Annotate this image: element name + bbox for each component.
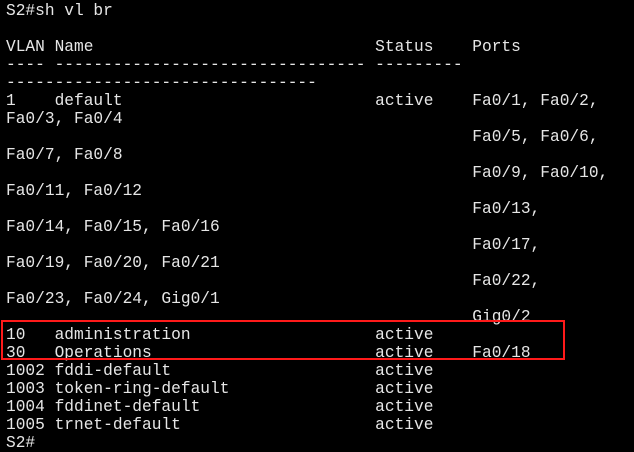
vlan-row-ports: Fa0/5, Fa0/6,: [6, 128, 599, 146]
vlan-row-ports: Fa0/9, Fa0/10,: [6, 164, 609, 182]
vlan-row-ports: Fa0/22,: [6, 272, 541, 290]
vlan-row-wrap: Fa0/19, Fa0/20, Fa0/21: [6, 254, 220, 272]
command-line: S2#sh vl br: [6, 2, 113, 20]
terminal-window[interactable]: S2#sh vl br VLAN Name Status Ports ---- …: [0, 0, 634, 452]
header-separator-wrap: --------------------------------: [6, 74, 317, 92]
vlan-row-1005: 1005 trnet-default active: [6, 416, 434, 434]
vlan-row-1004: 1004 fddinet-default active: [6, 398, 434, 416]
vlan-row-wrap: Fa0/7, Fa0/8: [6, 146, 123, 164]
vlan-row-ports: Fa0/17,: [6, 236, 541, 254]
vlan-row-1002: 1002 fddi-default active: [6, 362, 434, 380]
vlan-row-1003: 1003 token-ring-default active: [6, 380, 434, 398]
header-separator: ---- -------------------------------- --…: [6, 56, 463, 74]
vlan-row-wrap: Fa0/11, Fa0/12: [6, 182, 142, 200]
vlan-row-1: 1 default active Fa0/1, Fa0/2,: [6, 92, 599, 110]
highlight-box: [1, 320, 565, 360]
vlan-row-wrap: Fa0/3, Fa0/4: [6, 110, 123, 128]
table-header: VLAN Name Status Ports: [6, 38, 521, 56]
vlan-row-wrap: Fa0/23, Fa0/24, Gig0/1: [6, 290, 220, 308]
vlan-row-wrap: Fa0/14, Fa0/15, Fa0/16: [6, 218, 220, 236]
prompt-line[interactable]: S2#: [6, 434, 35, 452]
vlan-row-ports: Fa0/13,: [6, 200, 541, 218]
